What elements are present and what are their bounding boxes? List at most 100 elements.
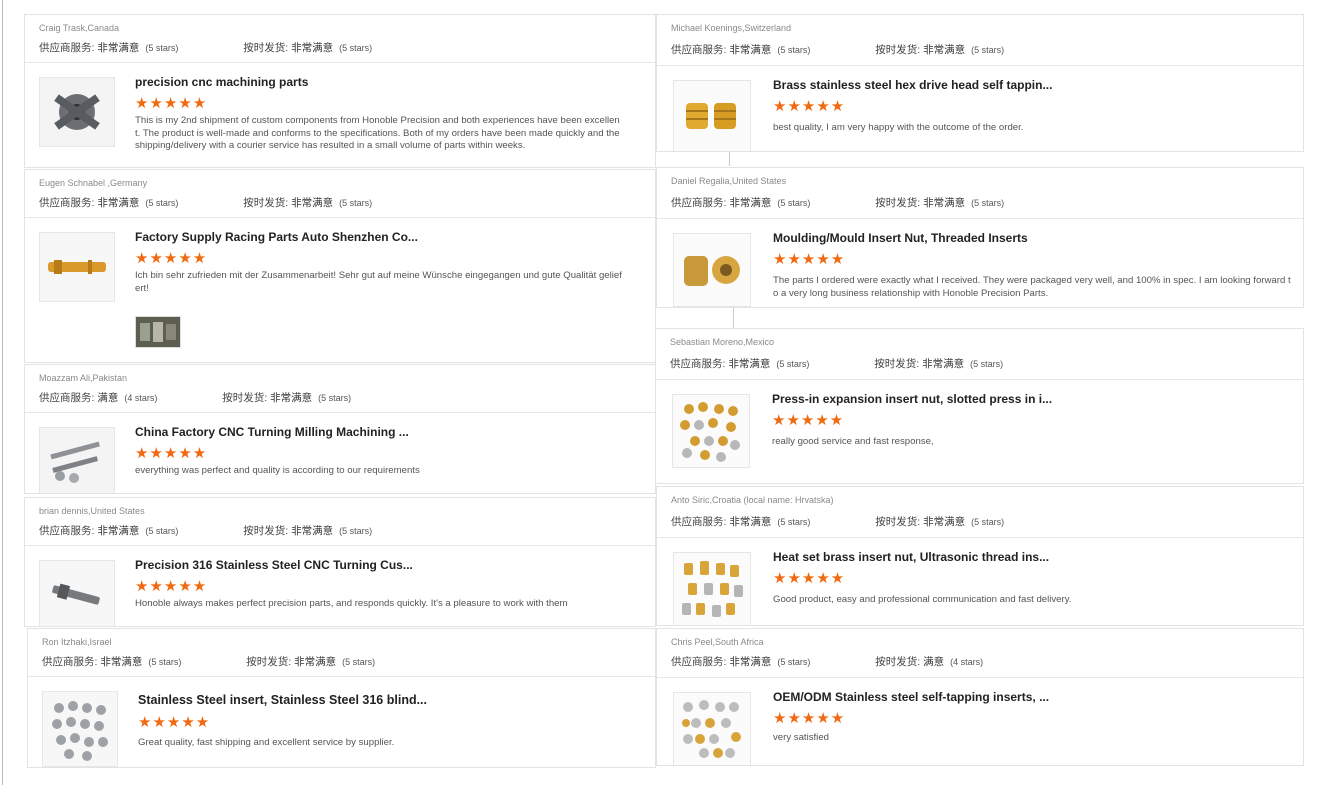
delivery-stars: (5 stars) [342,657,376,667]
service-value: 非常满意 [97,42,140,54]
threaded-insert-icon[interactable] [673,233,751,307]
delivery-value: 非常满意 [294,656,337,668]
star-rating: ★★★★★ [135,250,208,267]
product-title-link[interactable]: Factory Supply Racing Parts Auto Shenzhe… [135,230,418,244]
delivery-label: 按时发货: [246,656,292,668]
reviewer-name: Moazzam Ali,Pakistan [39,373,128,383]
delivery-label: 按时发货: [875,197,921,209]
review-card: Daniel Regalia,United States 供应商服务: 非常满意… [656,167,1304,308]
steel-inserts-icon[interactable] [42,691,118,767]
star-rating: ★★★★★ [772,412,845,429]
service-label: 供应商服务: [671,656,727,668]
service-stars: (4 stars) [124,393,158,403]
self-tapping-insert-icon[interactable] [673,692,751,765]
delivery-value: 非常满意 [923,516,966,528]
cnc-part-icon[interactable] [39,77,115,147]
review-comment: The parts I ordered were exactly what I … [773,275,1291,299]
service-stars: (5 stars) [776,359,810,369]
service-value: 非常满意 [97,197,140,209]
delivery-value: 非常满意 [922,358,965,370]
delivery-stars: (5 stars) [970,359,1004,369]
service-stars: (5 stars) [148,657,182,667]
brass-shaft-icon[interactable] [39,232,115,302]
reviewer-name: Chris Peel,South Africa [671,637,764,647]
star-rating: ★★★★★ [135,445,208,462]
reviewer-name: Craig Trask,Canada [39,23,120,33]
service-value: 非常满意 [729,516,772,528]
service-label: 供应商服务: [671,44,727,56]
delivery-label: 按时发货: [243,42,289,54]
steel-pin-icon[interactable] [39,560,115,626]
review-comment: Ich bin sehr zufrieden mit der Zusammena… [135,270,622,294]
delivery-label: 按时发货: [875,44,921,56]
supplier-ratings: 供应商服务: 非常满意 (5 stars) 按时发货: 非常满意 (5 stars) [39,523,372,538]
service-label: 供应商服务: [39,42,95,54]
product-title-link[interactable]: Press-in expansion insert nut, slotted p… [772,392,1052,406]
product-title-link[interactable]: Precision 316 Stainless Steel CNC Turnin… [135,558,413,572]
review-comment: This is my 2nd shipment of custom compon… [135,115,620,152]
review-comment: really good service and fast response, [772,436,934,447]
review-header: Sebastian Moreno,Mexico 供应商服务: 非常满意 (5 st… [656,329,1303,380]
delivery-value: 非常满意 [291,525,334,537]
reviewer-name: Anto Siric,Croatia (local name: Hrvatska… [671,495,834,505]
product-title-link[interactable]: China Factory CNC Turning Milling Machin… [135,425,409,439]
product-title-link[interactable]: Stainless Steel insert, Stainless Steel … [138,693,427,707]
delivery-stars: (5 stars) [318,393,352,403]
review-header: Craig Trask,Canada 供应商服务: 非常满意 (5 stars) … [25,15,655,63]
reviewer-name: brian dennis,United States [39,506,145,516]
review-header: Anto Siric,Croatia (local name: Hrvatska… [657,487,1303,538]
brass-insert-icon[interactable] [673,80,751,151]
reviewer-name: Sebastian Moreno,Mexico [670,337,775,347]
delivery-stars: (5 stars) [339,198,373,208]
reviewer-name: Daniel Regalia,United States [671,176,787,186]
delivery-value: 满意 [923,656,945,668]
service-value: 非常满意 [729,656,772,668]
review-comment: everything was perfect and quality is ac… [135,465,420,476]
review-photo[interactable] [135,316,181,348]
review-header: Daniel Regalia,United States 供应商服务: 非常满意… [657,168,1303,219]
delivery-label: 按时发货: [243,197,289,209]
delivery-stars: (4 stars) [950,657,984,667]
column-connector [729,152,730,166]
reviewer-name: Ron Itzhaki,Israel [42,637,112,647]
service-value: 非常满意 [97,525,140,537]
product-title-link[interactable]: OEM/ODM Stainless steel self-tapping ins… [773,690,1049,704]
service-label: 供应商服务: [39,525,95,537]
service-label: 供应商服务: [670,358,726,370]
supplier-ratings: 供应商服务: 非常满意 (5 stars) 按时发货: 非常满意 (5 stars) [670,356,1003,371]
review-header: Moazzam Ali,Pakistan 供应商服务: 满意 (4 stars) … [25,365,655,413]
supplier-ratings: 供应商服务: 非常满意 (5 stars) 按时发货: 非常满意 (5 stars) [39,40,372,55]
supplier-ratings: 供应商服务: 非常满意 (5 stars) 按时发货: 非常满意 (5 stars) [42,654,375,669]
star-rating: ★★★★★ [773,710,846,727]
review-card: Anto Siric,Croatia (local name: Hrvatska… [656,486,1304,626]
review-card: Sebastian Moreno,Mexico 供应商服务: 非常满意 (5 st… [655,328,1304,484]
product-title-link[interactable]: Brass stainless steel hex drive head sel… [773,78,1052,92]
service-value: 非常满意 [729,197,772,209]
service-value: 非常满意 [728,358,771,370]
delivery-stars: (5 stars) [971,198,1005,208]
service-label: 供应商服务: [39,197,95,209]
product-title-link[interactable]: precision cnc machining parts [135,75,308,89]
supplier-ratings: 供应商服务: 非常满意 (5 stars) 按时发货: 满意 (4 stars) [671,654,983,669]
review-card: Moazzam Ali,Pakistan 供应商服务: 满意 (4 stars) … [24,364,656,494]
review-header: Michael Koenings,Switzerland 供应商服务: 非常满意… [657,15,1303,66]
bolts-icon[interactable] [39,427,115,493]
delivery-value: 非常满意 [923,197,966,209]
review-comment: best quality, I am very happy with the o… [773,122,1024,133]
service-stars: (5 stars) [145,43,179,53]
insert-nuts-icon[interactable] [672,394,750,468]
review-card: Craig Trask,Canada 供应商服务: 非常满意 (5 stars) … [24,14,656,168]
service-label: 供应商服务: [42,656,98,668]
heat-set-insert-icon[interactable] [673,552,751,625]
delivery-label: 按时发货: [875,656,921,668]
delivery-stars: (5 stars) [971,517,1005,527]
service-label: 供应商服务: [39,392,95,404]
service-value: 满意 [97,392,119,404]
star-rating: ★★★★★ [138,714,211,731]
service-stars: (5 stars) [777,657,811,667]
star-rating: ★★★★★ [773,98,846,115]
supplier-ratings: 供应商服务: 非常满意 (5 stars) 按时发货: 非常满意 (5 stars) [39,195,372,210]
product-title-link[interactable]: Heat set brass insert nut, Ultrasonic th… [773,550,1049,564]
product-title-link[interactable]: Moulding/Mould Insert Nut, Threaded Inse… [773,231,1028,245]
review-comment: Good product, easy and professional comm… [773,594,1072,605]
